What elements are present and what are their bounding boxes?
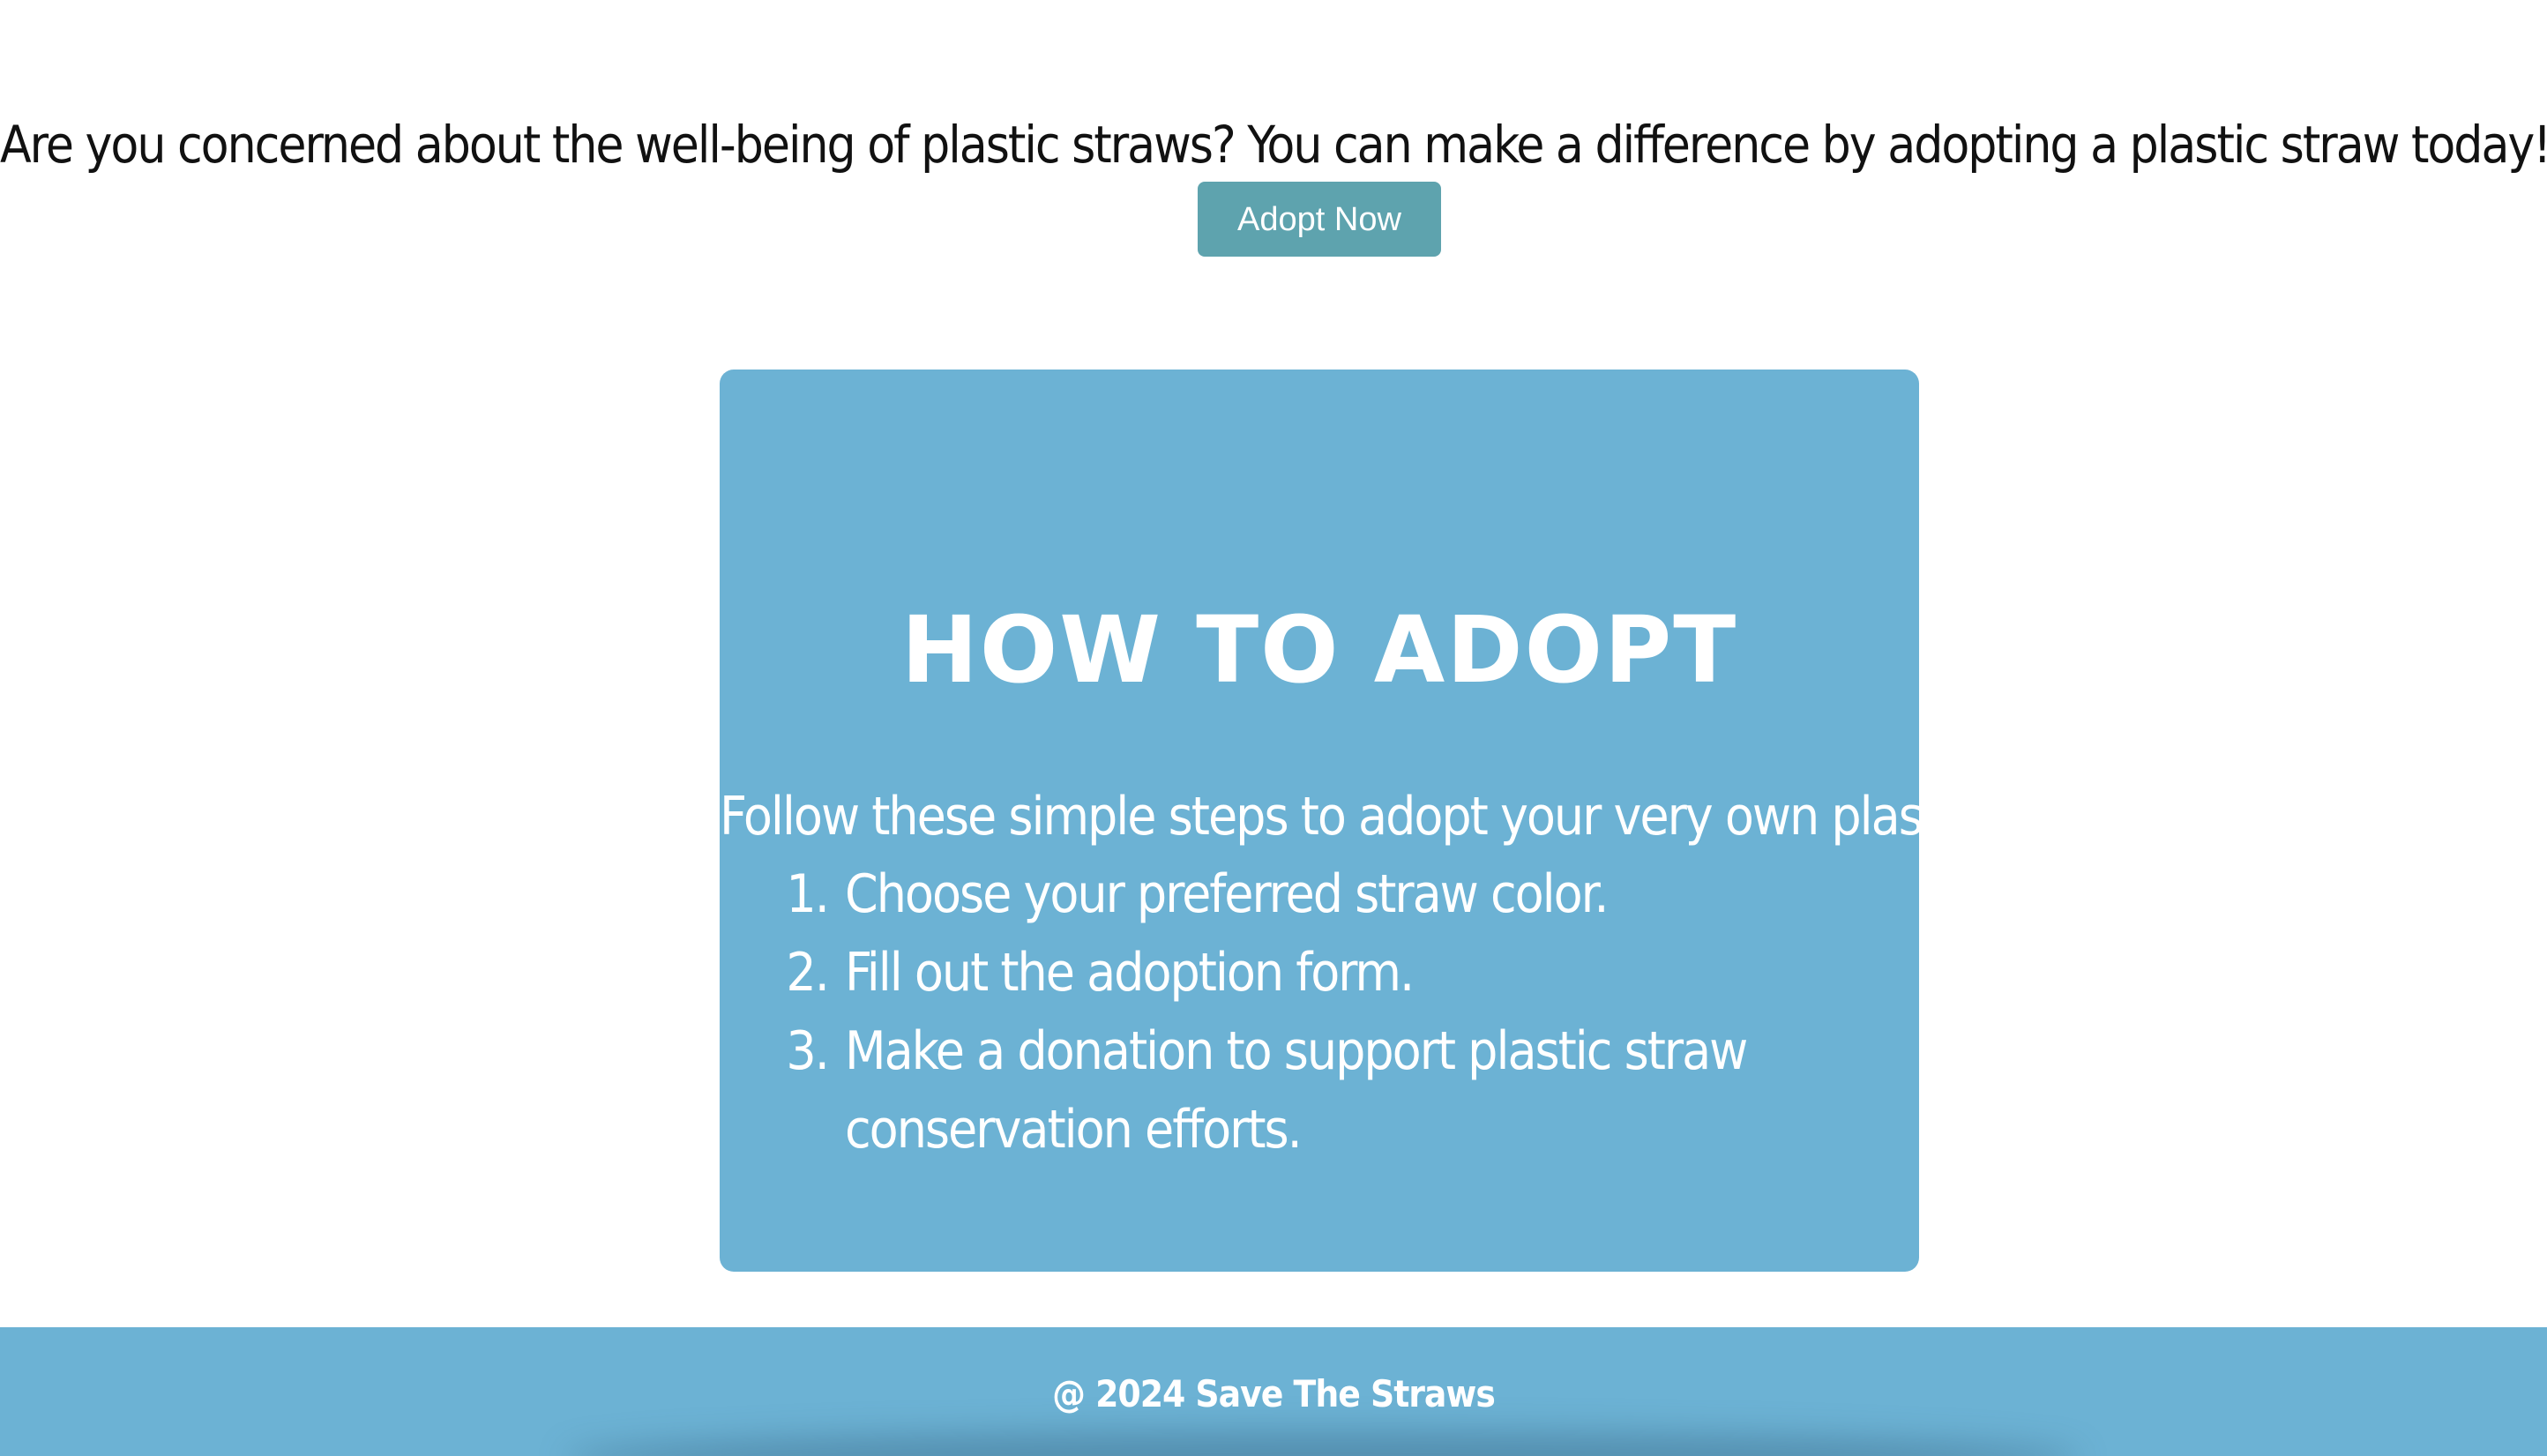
step-item-3: Make a donation to support plastic straw… (841, 1012, 1882, 1169)
how-to-adopt-subtitle: Follow these simple steps to adopt your … (720, 786, 2123, 847)
footer-copyright: @ 2024 Save The Straws (1052, 1372, 1496, 1415)
adoption-steps-list: Choose your preferred straw color. Fill … (776, 855, 1882, 1169)
how-to-adopt-title: HOW TO ADOPT (900, 596, 1738, 705)
step-item-2: Fill out the adoption form. (841, 934, 1882, 1012)
intro-text: Are you concerned about the well-being o… (0, 115, 2547, 175)
adopt-now-button[interactable]: Adopt Now (1198, 182, 1441, 257)
step-item-1: Choose your preferred straw color. (841, 855, 1882, 934)
footer: @ 2024 Save The Straws (0, 1327, 2547, 1456)
how-to-adopt-card: HOW TO ADOPT Follow these simple steps t… (720, 370, 2123, 1272)
footer-shadow (564, 1431, 2081, 1456)
page: Are you concerned about the well-being o… (0, 0, 2547, 1456)
